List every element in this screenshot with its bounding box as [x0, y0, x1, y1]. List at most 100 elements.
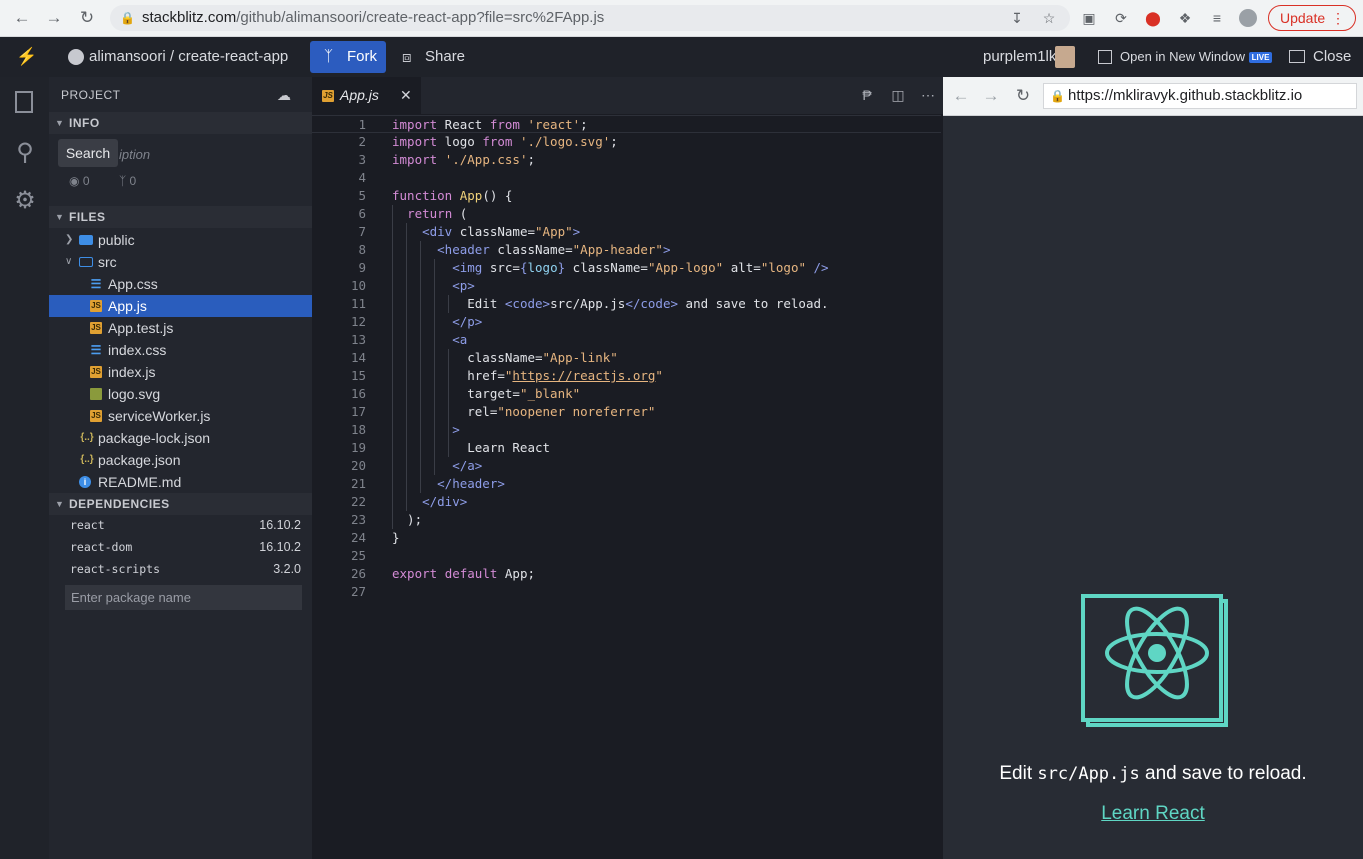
- section-files[interactable]: ▼ FILES: [49, 206, 312, 228]
- dependency-row[interactable]: react-scripts 3.2.0: [49, 558, 312, 580]
- message-code: src/App.js: [1037, 764, 1140, 784]
- message-prefix: Edit: [999, 763, 1038, 784]
- star-icon[interactable]: ☆: [1040, 9, 1058, 27]
- file-tree-item[interactable]: logo.svg: [49, 383, 312, 405]
- file-tree-item[interactable]: ❯ public: [49, 229, 312, 251]
- file-name: package-lock.json: [98, 430, 211, 446]
- line-number: 10: [350, 278, 366, 293]
- reload-icon[interactable]: ↻: [1013, 86, 1033, 106]
- file-tree-item[interactable]: {..} package.json: [49, 449, 312, 471]
- extension-icon[interactable]: ▣: [1080, 9, 1098, 27]
- preview-url-field[interactable]: 🔒 https://mkliravyk.github.stackblitz.io: [1043, 83, 1357, 109]
- file-tree-item[interactable]: i README.md: [49, 471, 312, 493]
- avatar[interactable]: [1055, 46, 1075, 68]
- file-tree-item[interactable]: JS serviceWorker.js: [49, 405, 312, 427]
- line-text: export default App;: [392, 566, 536, 581]
- code-line: 23 );: [312, 511, 943, 529]
- css-file-icon: ☰: [90, 277, 102, 291]
- dependency-row[interactable]: react 16.10.2: [49, 514, 312, 536]
- cloud-download-icon[interactable]: ☁: [277, 87, 291, 104]
- share-icon: ⧈: [402, 49, 412, 66]
- close-icon[interactable]: ✕: [400, 77, 412, 114]
- file-tree-item[interactable]: JS index.js: [49, 361, 312, 383]
- forward-arrow-icon[interactable]: →: [44, 8, 64, 28]
- code-area[interactable]: 1 import React from 'react'; 2 import logo …: [312, 115, 943, 859]
- shield-icon[interactable]: ⬤: [1144, 9, 1162, 27]
- line-number: 7: [358, 224, 366, 239]
- close-button[interactable]: Close: [1313, 37, 1351, 77]
- code-line: 10 <p>: [312, 277, 943, 295]
- reload-icon[interactable]: ↻: [77, 8, 97, 28]
- line-number: 22: [350, 494, 366, 509]
- file-tree-item[interactable]: ☰ App.css: [49, 273, 312, 295]
- file-tree-item[interactable]: ☰ index.css: [49, 339, 312, 361]
- tab-app-js[interactable]: JS App.js ✕: [312, 77, 421, 114]
- prettier-icon[interactable]: ₱: [858, 86, 876, 104]
- file-tree-item[interactable]: JS App.js: [49, 295, 312, 317]
- dependency-version: 16.10.2: [259, 540, 301, 554]
- package-name-input[interactable]: [65, 585, 302, 610]
- search-icon[interactable]: ⚲: [11, 139, 39, 167]
- file-name: serviceWorker.js: [108, 408, 211, 424]
- extension-icon[interactable]: ⟳: [1112, 9, 1130, 27]
- code-line: 2 import logo from './logo.svg';: [312, 133, 943, 151]
- back-arrow-icon[interactable]: ←: [12, 8, 32, 28]
- file-name: App.test.js: [108, 320, 174, 336]
- repo-title[interactable]: alimansoori / create-react-app: [89, 37, 288, 77]
- fork-button[interactable]: ᛉ Fork: [310, 41, 386, 73]
- tab-bar: JS App.js ✕ ₱ ◫ ⋯: [312, 77, 943, 114]
- code-line: 9 <img src={logo} className="App-logo" a…: [312, 259, 943, 277]
- line-text: import logo from './logo.svg';: [392, 134, 618, 149]
- code-line: 13 <a: [312, 331, 943, 349]
- message-suffix: and save to reload.: [1139, 763, 1307, 784]
- browser-toolbar: ← → ↻ 🔒 stackblitz.com/github/alimansoori…: [0, 0, 1363, 37]
- chevron-down-icon: ∨: [65, 256, 73, 267]
- bolt-icon[interactable]: ⚡: [16, 48, 37, 66]
- file-tree-item[interactable]: JS App.test.js: [49, 317, 312, 339]
- code-line: 8 <header className="App-header">: [312, 241, 943, 259]
- line-text: href="https://reactjs.org": [392, 368, 663, 383]
- update-label: Update: [1280, 10, 1326, 26]
- playlist-icon[interactable]: ≡: [1208, 9, 1226, 27]
- install-icon[interactable]: ↧: [1008, 9, 1026, 27]
- open-new-window-button[interactable]: Open in New Window LIVE: [1120, 37, 1273, 77]
- description-field[interactable]: iption: [119, 147, 150, 162]
- line-text: );: [392, 512, 423, 527]
- avatar[interactable]: [1239, 9, 1257, 27]
- forward-arrow-icon[interactable]: →: [981, 86, 1001, 106]
- split-editor-icon[interactable]: ◫: [889, 86, 907, 104]
- preview-pane: ← → ↻ 🔒 https://mkliravyk.github.stackbl…: [943, 77, 1363, 859]
- dependency-row[interactable]: react-dom 16.10.2: [49, 536, 312, 558]
- line-text: Learn React: [392, 440, 551, 455]
- line-text: import React from 'react';: [392, 117, 588, 132]
- js-file-icon: JS: [90, 366, 102, 378]
- code-line: 17 rel="noopener noreferrer": [312, 403, 943, 421]
- address-bar[interactable]: 🔒 stackblitz.com/github/alimansoori/creat…: [110, 5, 1070, 31]
- share-button[interactable]: Share: [425, 37, 465, 77]
- section-dependencies[interactable]: ▼ DEPENDENCIES: [49, 493, 312, 515]
- preview-message: Edit src/App.js and save to reload.: [943, 763, 1363, 785]
- line-number: 21: [350, 476, 366, 491]
- learn-react-link[interactable]: Learn React: [943, 803, 1363, 825]
- tab-label: App.js: [340, 87, 379, 103]
- username[interactable]: purplem1lk: [983, 37, 1056, 77]
- lock-icon: 🔒: [1050, 89, 1065, 103]
- line-text: target="_blank": [392, 386, 581, 401]
- files-icon[interactable]: [15, 91, 33, 113]
- update-button[interactable]: Update ⋮: [1268, 5, 1356, 31]
- line-number: 15: [350, 368, 366, 383]
- line-number: 12: [350, 314, 366, 329]
- gear-icon[interactable]: ⚙: [11, 187, 39, 215]
- line-number: 1: [358, 117, 366, 132]
- section-info[interactable]: ▼ INFO: [49, 112, 312, 134]
- more-icon[interactable]: ⋯: [919, 86, 937, 104]
- line-number: 19: [350, 440, 366, 455]
- back-arrow-icon[interactable]: ←: [951, 86, 971, 106]
- line-text: <div className="App">: [422, 224, 581, 239]
- file-name: App.js: [108, 298, 147, 314]
- file-tree-item[interactable]: {..} package-lock.json: [49, 427, 312, 449]
- sidebar: PROJECT ☁ ▼ INFO iption ◉ 0 ᛉ 0 ▼ FILES ❯ p…: [49, 77, 312, 859]
- line-number: 17: [350, 404, 366, 419]
- puzzle-icon[interactable]: ❖: [1176, 9, 1194, 27]
- file-tree-item[interactable]: ∨ src: [49, 251, 312, 273]
